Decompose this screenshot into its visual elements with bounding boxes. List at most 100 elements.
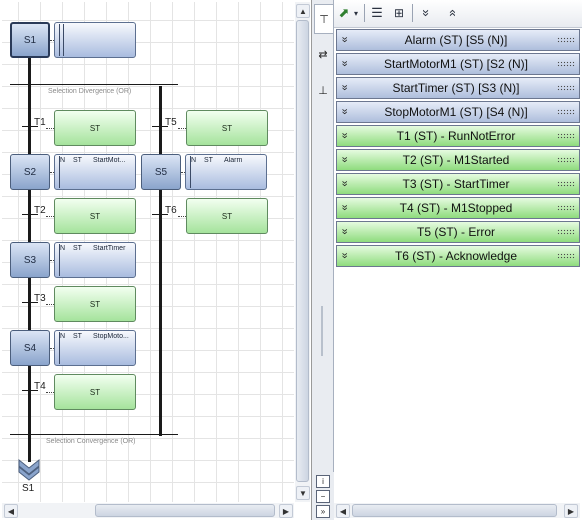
jump-target-label: S1 [22, 483, 35, 494]
grip-icon[interactable] [557, 133, 575, 139]
grip-icon[interactable] [557, 37, 575, 43]
transition-label-t4: T4 [34, 381, 46, 392]
condition-link [46, 128, 54, 129]
list-item[interactable]: » T3 (ST) - StartTimer [336, 173, 580, 195]
step-s5[interactable]: S5 [141, 154, 181, 190]
action-divider [59, 24, 60, 56]
condition-box-t3[interactable]: ST [54, 286, 136, 322]
splitter-grip[interactable] [321, 306, 323, 356]
list-item-label: StartTimer (ST) [S3 (N)] [392, 81, 520, 95]
info-icon[interactable]: i [316, 475, 330, 488]
transition-label-t3: T3 [34, 293, 46, 304]
grip-icon[interactable] [557, 229, 575, 235]
grip-icon[interactable] [557, 181, 575, 187]
fast-forward-icon[interactable]: » [316, 505, 330, 518]
toolbar-separator [364, 4, 365, 22]
action-name: StopMoto... [93, 333, 129, 340]
list-item-label: T1 (ST) - RunNotError [396, 129, 516, 143]
dropdown-arrow-icon[interactable]: ▾ [352, 4, 360, 22]
steps-transitions-icon[interactable]: ⊤ [314, 4, 333, 34]
action-qualifier: N [191, 157, 197, 164]
vertical-scroll-thumb[interactable] [296, 20, 309, 482]
action-block-s3[interactable]: N ST StartTimer [54, 242, 136, 278]
grip-icon[interactable] [557, 85, 575, 91]
step-s2[interactable]: S2 [10, 154, 50, 190]
action-block-s4[interactable]: N ST StopMoto... [54, 330, 136, 366]
action-divider [63, 24, 64, 56]
swap-icon[interactable]: ⇄ [314, 40, 332, 68]
scroll-left-icon[interactable]: ◀ [336, 504, 350, 518]
horizontal-scroll-thumb[interactable] [95, 504, 275, 517]
grip-icon[interactable] [557, 157, 575, 163]
grip-icon[interactable] [557, 61, 575, 67]
expand-all-icon[interactable]: » [418, 4, 436, 22]
action-language: ST [73, 245, 82, 252]
panel-toolbar: ⬈ ▾ ☰ ⊞ » » [334, 0, 582, 28]
chevron-down-icon[interactable]: » [339, 204, 351, 207]
chevron-down-icon[interactable]: » [339, 228, 351, 231]
transition-label-t1: T1 [34, 117, 46, 128]
side-tab-strip: ⊤ ⇄ ⊥ [312, 0, 334, 520]
list-item[interactable]: » StartMotorM1 (ST) [S2 (N)] [336, 53, 580, 75]
step-s4[interactable]: S4 [10, 330, 50, 366]
scroll-up-icon[interactable]: ▲ [296, 4, 310, 18]
scroll-right-icon[interactable]: ▶ [279, 504, 293, 518]
chevron-down-icon[interactable]: » [339, 132, 351, 135]
layout-rows-icon[interactable]: ☰ [368, 4, 386, 22]
chevron-down-icon[interactable]: » [339, 252, 351, 255]
pin-icon[interactable]: ⊥ [314, 76, 332, 104]
transition-label-t2: T2 [34, 205, 46, 216]
condition-box-t5[interactable]: ST [186, 110, 268, 146]
condition-box-t4[interactable]: ST [54, 374, 136, 410]
layout-grid-icon[interactable]: ⊞ [390, 4, 408, 22]
insert-icon[interactable]: ⬈ [336, 4, 352, 22]
convergence-line [10, 434, 178, 435]
action-name: Alarm [224, 157, 243, 164]
action-block-s5[interactable]: N ST Alarm [185, 154, 267, 190]
action-block-s1[interactable] [54, 22, 136, 58]
list-item[interactable]: » StopMotorM1 (ST) [S4 (N)] [336, 101, 580, 123]
step-s1[interactable]: S1 [10, 22, 50, 58]
divergence-line [10, 84, 178, 85]
list-item-label: T6 (ST) - Acknowledge [394, 249, 518, 263]
action-language: ST [204, 157, 213, 164]
condition-link [178, 128, 186, 129]
scroll-right-icon[interactable]: ▶ [564, 504, 578, 518]
list-item-label: Alarm (ST) [S5 (N)] [404, 33, 508, 47]
chevron-down-icon[interactable]: » [339, 180, 351, 183]
chevron-down-icon[interactable]: » [339, 84, 351, 87]
action-block-s2[interactable]: N ST StartMot... [54, 154, 136, 190]
action-name: StartTimer [93, 245, 126, 252]
chevron-down-icon[interactable]: » [339, 60, 351, 63]
condition-box-t1[interactable]: ST [54, 110, 136, 146]
list-item[interactable]: » T1 (ST) - RunNotError [336, 125, 580, 147]
minimize-icon[interactable]: − [316, 490, 330, 503]
grip-icon[interactable] [557, 109, 575, 115]
view-toggle-strip: i − » [312, 472, 334, 520]
condition-box-t6[interactable]: ST [186, 198, 268, 234]
condition-box-t2[interactable]: ST [54, 198, 136, 234]
panel-scroll-thumb[interactable] [352, 504, 557, 517]
action-qualifier: N [60, 245, 66, 252]
condition-link [46, 216, 54, 217]
list-item[interactable]: » StartTimer (ST) [S3 (N)] [336, 77, 580, 99]
collapse-all-icon[interactable]: » [442, 4, 460, 22]
scroll-down-icon[interactable]: ▼ [296, 486, 310, 500]
chevron-down-icon[interactable]: » [339, 36, 351, 39]
list-item-label: StartMotorM1 (ST) [S2 (N)] [383, 57, 529, 71]
scroll-left-icon[interactable]: ◀ [4, 504, 18, 518]
list-item-label: StopMotorM1 (ST) [S4 (N)] [384, 105, 528, 119]
jump-arrow-icon[interactable] [17, 458, 41, 482]
list-item[interactable]: » T5 (ST) - Error [336, 221, 580, 243]
chevron-down-icon[interactable]: » [339, 108, 351, 111]
list-item[interactable]: » T6 (ST) - Acknowledge [336, 245, 580, 267]
step-s3[interactable]: S3 [10, 242, 50, 278]
chevron-down-icon[interactable]: » [339, 156, 351, 159]
list-item-label: T5 (ST) - Error [417, 225, 495, 239]
grip-icon[interactable] [557, 253, 575, 259]
sfc-canvas[interactable]: Selection Divergence (OR) Selection Conv… [2, 2, 294, 502]
list-item[interactable]: » T2 (ST) - M1Started [336, 149, 580, 171]
list-item[interactable]: » T4 (ST) - M1Stopped [336, 197, 580, 219]
grip-icon[interactable] [557, 205, 575, 211]
list-item[interactable]: » Alarm (ST) [S5 (N)] [336, 29, 580, 51]
